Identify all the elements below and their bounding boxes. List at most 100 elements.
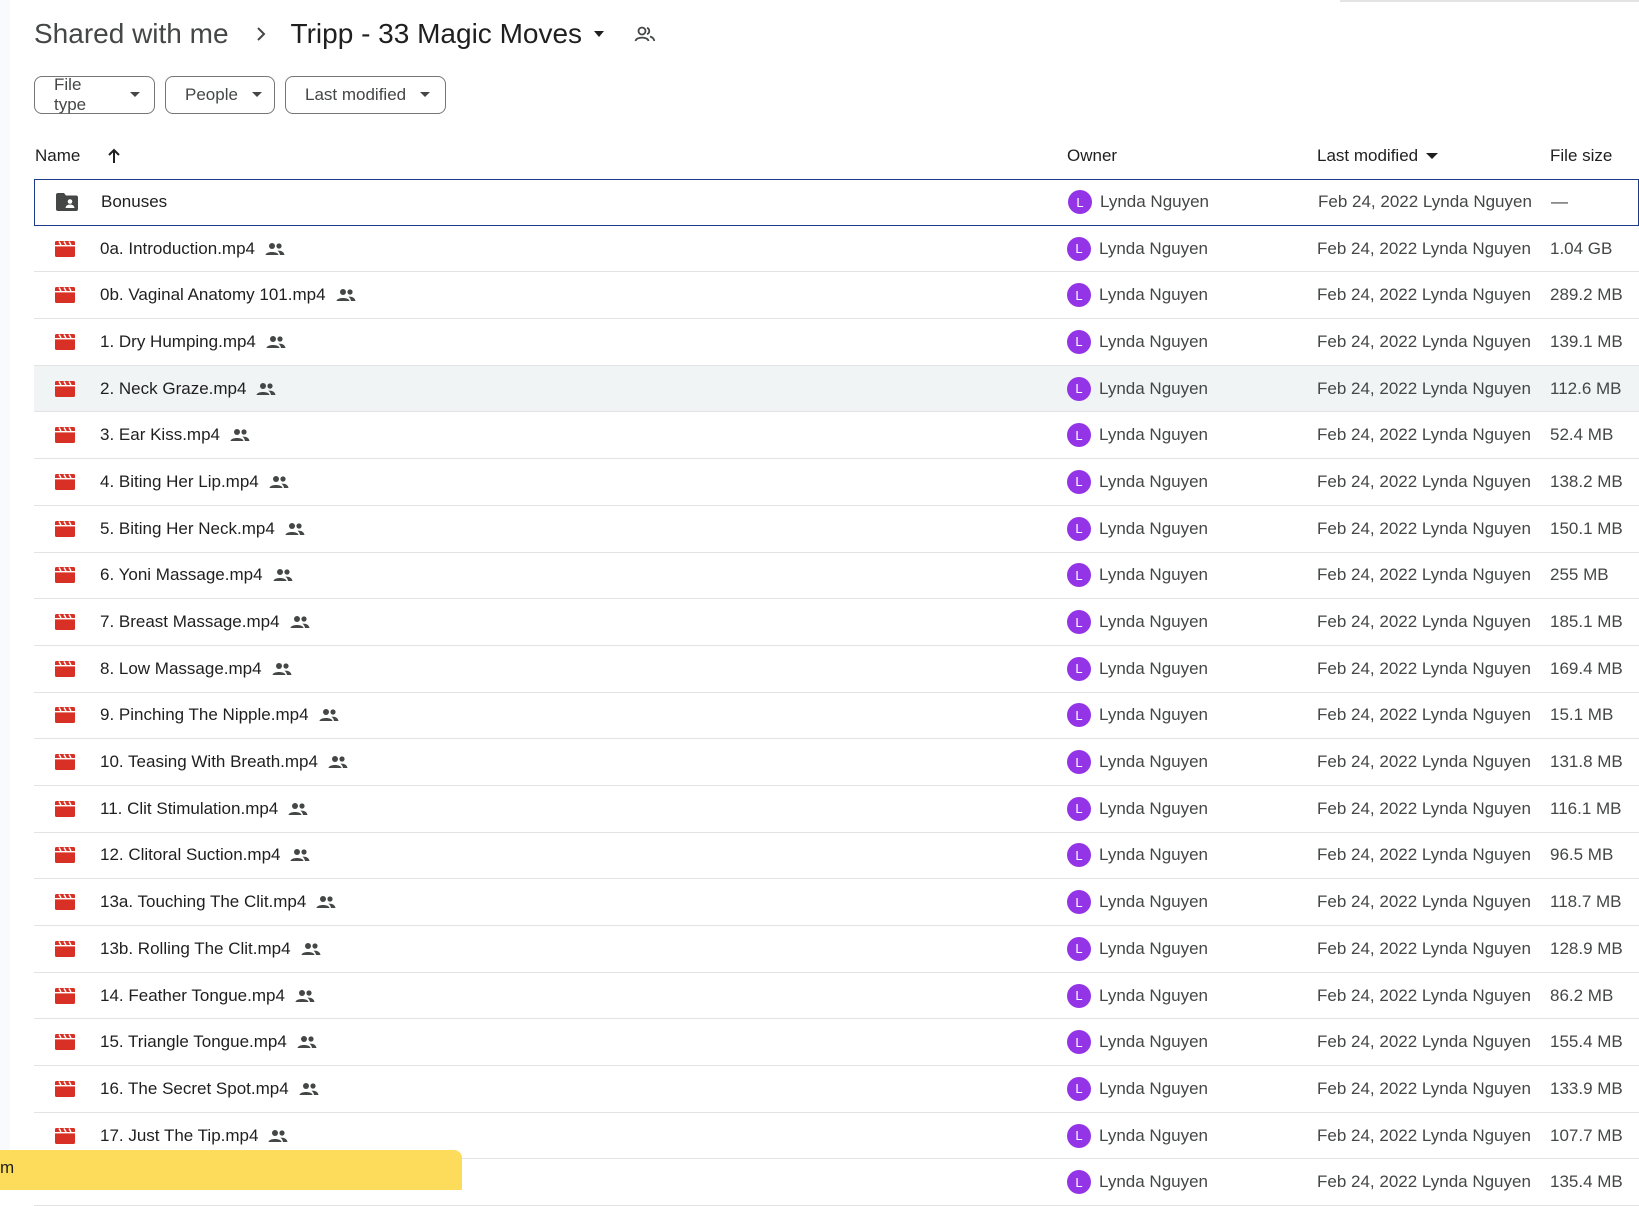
file-size-cell: 155.4 MB: [1550, 1032, 1623, 1052]
sort-ascending-icon[interactable]: [106, 134, 122, 178]
caret-down-icon: [420, 92, 431, 98]
shared-people-icon[interactable]: [634, 25, 656, 43]
column-header-last-modified[interactable]: Last modified: [1317, 134, 1439, 178]
file-size-cell: 15.1 MB: [1550, 705, 1614, 725]
filter-file-type[interactable]: File type: [34, 75, 155, 114]
table-row[interactable]: Bonuses L Lynda Nguyen Feb 24, 2022 Lynda N…: [34, 179, 1639, 226]
avatar: L: [1067, 469, 1091, 494]
video-file-icon: [54, 473, 76, 491]
table-row[interactable]: 7. Breast Massage.mp4 L Lynda Nguyen Feb 24…: [34, 599, 1639, 646]
table-row[interactable]: 16. The Secret Spot.mp4 L Lynda Nguyen Feb …: [34, 1066, 1639, 1113]
video-file-icon: [54, 1033, 76, 1051]
table-row[interactable]: 13b. Rolling The Clit.mp4 L Lynda Nguyen Fe…: [34, 926, 1639, 973]
filter-last-modified[interactable]: Last modified: [285, 76, 446, 114]
file-size-cell: 112.6 MB: [1550, 378, 1622, 398]
table-row[interactable]: 0b. Vaginal Anatomy 101.mp4 L Lynda Nguyen…: [34, 272, 1639, 320]
filter-chips: File type People Last modified: [34, 75, 446, 114]
table-row[interactable]: 0a. Introduction.mp4 L Lynda Nguyen Feb 24,…: [34, 226, 1639, 273]
last-modified-cell: Feb 24, 2022 Lynda Nguyen: [1318, 192, 1532, 212]
table-row[interactable]: 8. Low Massage.mp4 L Lynda Nguyen Feb 24, 2…: [34, 646, 1639, 693]
shared-icon: [230, 428, 250, 442]
breadcrumb-current-label: Tripp - 33 Magic Moves: [290, 18, 583, 49]
avatar: L: [1067, 703, 1091, 728]
owner-cell: L Lynda Nguyen: [1067, 553, 1208, 599]
owner-name: Lynda Nguyen: [1100, 192, 1210, 212]
column-header-file-size[interactable]: File size: [1550, 134, 1612, 178]
owner-cell: L Lynda Nguyen: [1067, 272, 1208, 318]
file-name: 4. Biting Her Lip.mp4: [100, 471, 259, 491]
table-row[interactable]: 10. Teasing With Breath.mp4 L Lynda Nguyen…: [34, 739, 1639, 786]
breadcrumb-current-folder[interactable]: Tripp - 33 Magic Moves: [291, 18, 607, 50]
table-row[interactable]: 14. Feather Tongue.mp4 L Lynda Nguyen Feb 2…: [34, 973, 1639, 1020]
avatar: L: [1067, 750, 1091, 775]
shared-icon: [285, 522, 305, 536]
avatar: L: [1067, 283, 1091, 308]
owner-name: Lynda Nguyen: [1099, 378, 1209, 398]
table-row[interactable]: 2. Neck Graze.mp4 L Lynda Nguyen Feb 24, 20…: [34, 365, 1639, 413]
video-file-icon: [54, 613, 76, 631]
caret-down-icon: [592, 29, 606, 39]
owner-cell: L Lynda Nguyen: [1067, 412, 1208, 458]
owner-name: Lynda Nguyen: [1099, 1078, 1209, 1098]
file-type-icon-cell: [54, 739, 80, 785]
table-row[interactable]: 4. Biting Her Lip.mp4 L Lynda Nguyen Feb 24…: [34, 459, 1639, 506]
video-file-icon: [54, 333, 76, 351]
shared-icon: [288, 802, 308, 816]
filter-people[interactable]: People: [165, 76, 275, 114]
file-type-icon-cell: [54, 646, 80, 692]
table-row[interactable]: 3. Ear Kiss.mp4 L Lynda Nguyen Feb 24, 2022…: [34, 412, 1639, 460]
notification-toast[interactable]: m: [0, 1150, 462, 1190]
caret-down-icon: [251, 92, 262, 98]
file-name-cell: 4. Biting Her Lip.mp4: [100, 459, 289, 505]
owner-name: Lynda Nguyen: [1099, 518, 1209, 538]
shared-icon: [336, 288, 356, 302]
owner-name: Lynda Nguyen: [1099, 1125, 1209, 1145]
shared-icon: [328, 755, 348, 769]
file-type-icon-cell: [55, 180, 81, 225]
file-size-cell: 138.2 MB: [1550, 471, 1623, 491]
file-type-icon-cell: [54, 319, 80, 365]
table-row[interactable]: 12. Clitoral Suction.mp4 L Lynda Nguyen Feb…: [34, 833, 1639, 880]
table-row[interactable]: 11. Clit Stimulation.mp4 L Lynda Nguyen Feb…: [34, 786, 1639, 833]
owner-cell: L Lynda Nguyen: [1068, 180, 1209, 225]
column-header-owner[interactable]: Owner: [1067, 134, 1117, 178]
avatar: L: [1067, 236, 1091, 261]
last-modified-cell: Feb 24, 2022 Lynda Nguyen: [1317, 285, 1531, 305]
shared-icon: [316, 895, 336, 909]
video-file-icon: [54, 893, 76, 911]
shared-folder-icon: [55, 192, 79, 212]
file-name-cell: 9. Pinching The Nipple.mp4: [100, 693, 339, 739]
owner-cell: L Lynda Nguyen: [1067, 693, 1208, 739]
owner-cell: L Lynda Nguyen: [1067, 833, 1208, 879]
last-modified-cell: Feb 24, 2022 Lynda Nguyen: [1317, 331, 1531, 351]
avatar: L: [1067, 1076, 1091, 1101]
last-modified-cell: Feb 24, 2022 Lynda Nguyen: [1317, 238, 1531, 258]
top-divider: [1340, 0, 1639, 2]
table-row[interactable]: 5. Biting Her Neck.mp4 L Lynda Nguyen Feb 2…: [34, 506, 1639, 553]
file-type-icon-cell: [54, 1019, 80, 1065]
filter-last-modified-label: Last modified: [305, 85, 407, 104]
table-row[interactable]: 1. Dry Humping.mp4 L Lynda Nguyen Feb 24, 2…: [34, 319, 1639, 366]
file-size-cell: 255 MB: [1550, 565, 1609, 585]
table-row[interactable]: 6. Yoni Massage.mp4 L Lynda Nguyen Feb 24, …: [34, 553, 1639, 600]
table-row[interactable]: 9. Pinching The Nipple.mp4 L Lynda Nguyen F…: [34, 693, 1639, 740]
owner-cell: L Lynda Nguyen: [1067, 459, 1208, 505]
file-type-icon-cell: [54, 226, 80, 272]
shared-icon: [266, 335, 286, 349]
owner-name: Lynda Nguyen: [1099, 1172, 1209, 1192]
file-name: 1. Dry Humping.mp4: [100, 331, 256, 351]
table-row[interactable]: 15. Triangle Tongue.mp4 L Lynda Nguyen Feb …: [34, 1019, 1639, 1067]
owner-cell: L Lynda Nguyen: [1067, 879, 1208, 925]
file-name-cell: 0b. Vaginal Anatomy 101.mp4: [100, 272, 356, 318]
last-modified-cell: Feb 24, 2022 Lynda Nguyen: [1317, 518, 1531, 538]
table-row[interactable]: 13a. Touching The Clit.mp4 L Lynda Nguyen F…: [34, 879, 1639, 926]
owner-name: Lynda Nguyen: [1099, 985, 1209, 1005]
file-name-cell: 6. Yoni Massage.mp4: [100, 553, 293, 599]
owner-name: Lynda Nguyen: [1099, 845, 1209, 865]
chevron-right-icon: [255, 25, 267, 43]
shared-icon: [301, 942, 321, 956]
column-header-name[interactable]: Name: [35, 134, 80, 178]
breadcrumb-root[interactable]: Shared with me: [34, 18, 229, 50]
file-name: 14. Feather Tongue.mp4: [100, 985, 285, 1005]
avatar: L: [1067, 516, 1091, 541]
